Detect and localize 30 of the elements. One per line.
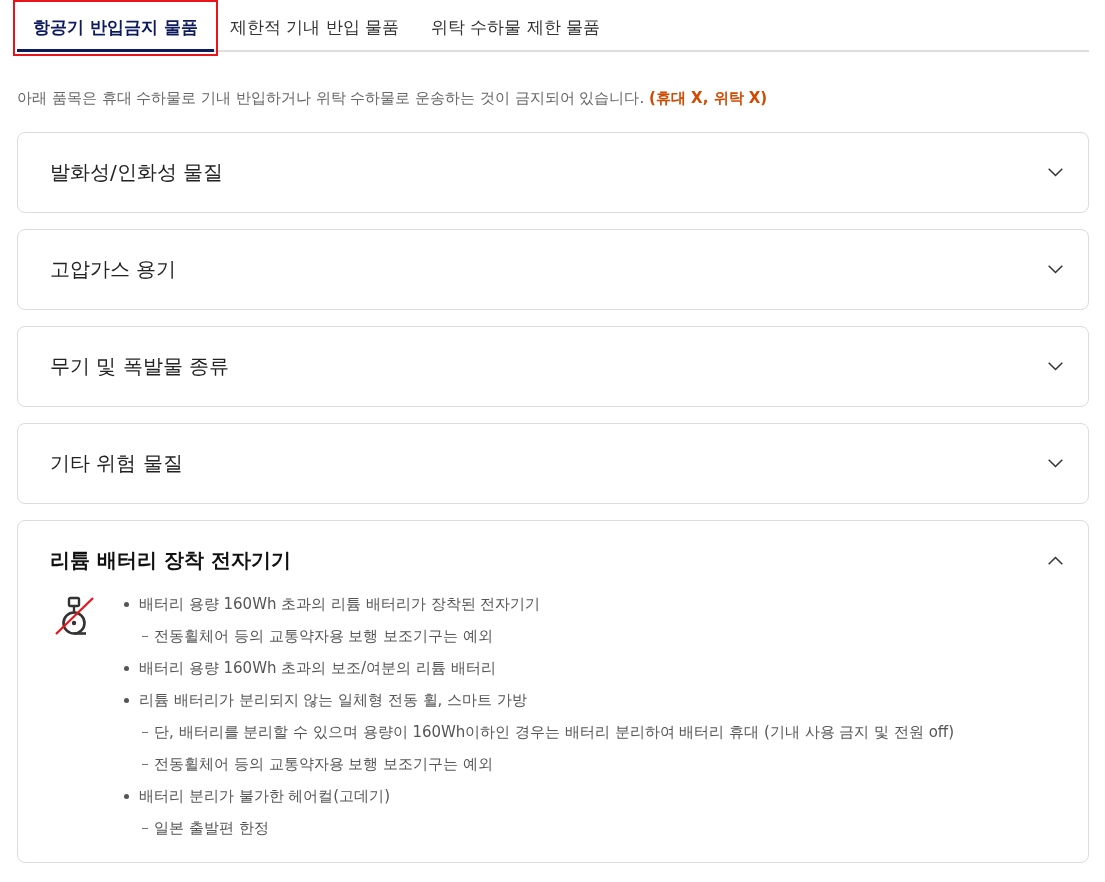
- chevron-down-icon: [1048, 362, 1063, 371]
- sub-item-text: 단, 배터리를 분리할 수 있으며 용량이 160Wh이하인 경우는 배터리 분리하여 배터리 휴대 (기내 사용 금지 및 전원 off): [154, 721, 954, 743]
- chevron-down-icon: [1048, 459, 1063, 468]
- accordion-header[interactable]: 리튬 배터리 장착 전자기기: [18, 521, 1088, 588]
- bullet-icon: [124, 793, 129, 799]
- chevron-down-icon: [1048, 168, 1063, 177]
- bullet-icon: [124, 697, 129, 703]
- bullet-icon: [124, 665, 129, 671]
- crossed-out-wheel-icon: [55, 596, 95, 636]
- tab[interactable]: 위탁 수하물 제한 물품: [415, 4, 617, 52]
- bullet-icon: [124, 601, 129, 607]
- accordion-header[interactable]: 무기 및 폭발물 종류: [18, 327, 1088, 406]
- dash-icon: [142, 635, 148, 637]
- sub-item-text: 전동휠체어 등의 교통약자용 보행 보조기구는 예외: [154, 753, 493, 775]
- tab[interactable]: 제한적 기내 반입 물품: [213, 4, 416, 52]
- list-item-text: 배터리 용량 160Wh 초과의 리튬 배터리가 장착된 전자기기: [139, 593, 541, 615]
- dash-icon: [142, 731, 148, 733]
- list-item-text: 배터리 용량 160Wh 초과의 보조/여분의 리튬 배터리: [139, 657, 496, 679]
- accordion-header[interactable]: 발화성/인화성 물질: [18, 133, 1088, 212]
- accordion-header[interactable]: 기타 위험 물질: [18, 424, 1088, 503]
- sub-item-text: 전동휠체어 등의 교통약자용 보행 보조기구는 예외: [154, 625, 493, 647]
- intro-text: 아래 품목은 휴대 수하물로 기내 반입하거나 위탁 수하물로 운송하는 것이 금지되어 있습니다. (휴대 X, 위탁 X): [17, 88, 769, 109]
- accordion-header[interactable]: 고압가스 용기: [18, 230, 1088, 309]
- list-item-text: 리튬 배터리가 분리되지 않는 일체형 전동 휠, 스마트 가방: [139, 689, 527, 711]
- chevron-up-icon: [1048, 556, 1063, 565]
- dash-icon: [142, 827, 148, 829]
- chevron-down-icon: [1048, 265, 1063, 274]
- sub-item-text: 일본 출발편 한정: [154, 817, 269, 839]
- dash-icon: [142, 763, 148, 765]
- list-item-text: 배터리 분리가 불가한 헤어컬(고데기): [139, 785, 390, 807]
